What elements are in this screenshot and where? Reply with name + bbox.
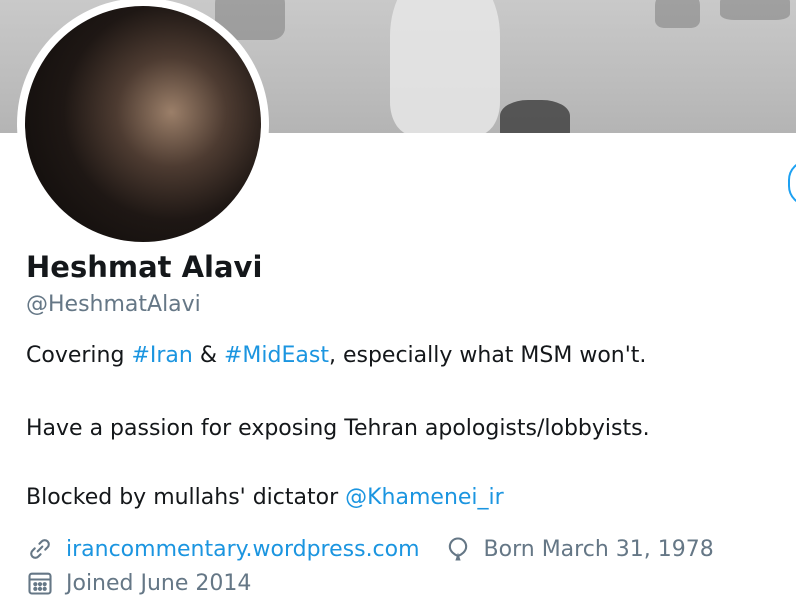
balloon-icon — [444, 535, 472, 563]
link-icon — [26, 535, 54, 563]
joined-text: Joined June 2014 — [66, 570, 252, 596]
website-link[interactable]: irancommentary.wordpress.com — [66, 537, 420, 562]
banner-crowd-figure — [720, 0, 790, 20]
profile-avatar[interactable] — [17, 0, 269, 250]
bio-line-1: Covering #Iran & #MidEast, especially wh… — [26, 343, 646, 368]
hashtag-link-iran[interactable]: #Iran — [131, 343, 192, 368]
calendar-icon — [26, 569, 54, 597]
profile-meta-row-joined: Joined June 2014 — [26, 569, 251, 597]
banner-crowd-figure — [390, 0, 500, 133]
bio-text: Covering — [26, 343, 132, 368]
banner-crowd-figure — [500, 100, 570, 133]
profile-name: Heshmat Alavi — [26, 250, 263, 284]
follow-button[interactable] — [788, 160, 796, 206]
bio-text: , especially what MSM won't. — [328, 343, 647, 368]
profile-page: Heshmat Alavi @HeshmatAlavi Covering #Ir… — [0, 0, 796, 606]
bio-text: & — [192, 343, 224, 368]
bio-line-3: Blocked by mullahs' dictator @Khamenei_i… — [26, 485, 504, 510]
hashtag-link-mideast[interactable]: #MidEast — [224, 343, 329, 368]
birthday-text: Born March 31, 1978 — [483, 536, 714, 562]
bio-line-2: Have a passion for exposing Tehran apolo… — [26, 416, 650, 441]
avatar-photo — [25, 6, 261, 242]
banner-crowd-figure — [655, 0, 700, 28]
profile-meta-row: irancommentary.wordpress.com Born March … — [26, 535, 714, 563]
mention-link-khamenei[interactable]: @Khamenei_ir — [345, 485, 504, 510]
profile-handle: @HeshmatAlavi — [26, 292, 201, 317]
bio-text: Blocked by mullahs' dictator — [26, 485, 346, 510]
